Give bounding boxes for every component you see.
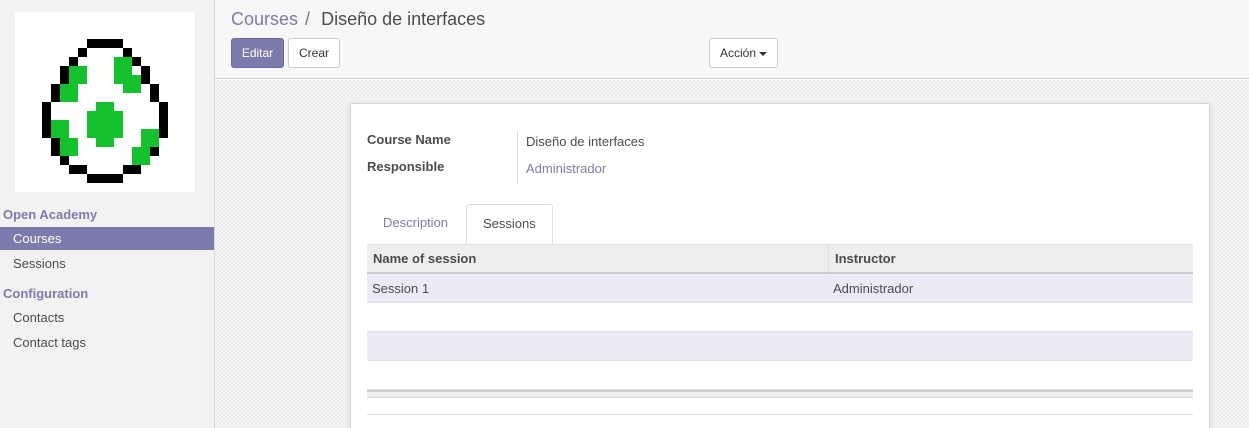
egg-logo-icon bbox=[42, 39, 168, 183]
course-name-value: Diseño de interfaces bbox=[526, 134, 645, 149]
responsible-link[interactable]: Administrador bbox=[526, 161, 606, 176]
table-header: Name of session Instructor bbox=[367, 244, 1193, 274]
responsible-label: Responsible bbox=[367, 159, 445, 174]
edit-button[interactable]: Editar bbox=[231, 38, 284, 68]
field-divider bbox=[517, 131, 518, 185]
breadcrumb-separator: / bbox=[305, 9, 311, 29]
course-name-label: Course Name bbox=[367, 132, 451, 147]
breadcrumb-courses-link[interactable]: Courses bbox=[231, 9, 298, 29]
menu-item-sessions[interactable]: Sessions bbox=[0, 252, 214, 275]
notebook-tabs: Description Sessions bbox=[367, 204, 1193, 245]
create-button[interactable]: Crear bbox=[288, 38, 340, 68]
menu-section-configuration: Configuration bbox=[3, 286, 89, 301]
action-dropdown-button[interactable]: Acción bbox=[709, 38, 778, 68]
menu-item-contact-tags[interactable]: Contact tags bbox=[0, 331, 214, 354]
column-header-instructor[interactable]: Instructor bbox=[828, 245, 1193, 273]
action-dropdown-label: Acción bbox=[719, 46, 757, 60]
tab-description[interactable]: Description bbox=[367, 204, 464, 244]
company-logo[interactable] bbox=[15, 12, 195, 192]
tab-sessions[interactable]: Sessions bbox=[466, 204, 553, 245]
empty-table-row bbox=[367, 361, 1193, 390]
column-header-name-of-session[interactable]: Name of session bbox=[367, 245, 828, 273]
form-sheet: Course Name Diseño de interfaces Respons… bbox=[350, 103, 1210, 428]
session-name-cell: Session 1 bbox=[372, 281, 430, 296]
control-panel: Courses / Diseño de interfaces Editar Cr… bbox=[215, 0, 1249, 79]
empty-table-row bbox=[367, 332, 1193, 361]
form-view-area: Course Name Diseño de interfaces Respons… bbox=[215, 80, 1249, 428]
table-row[interactable]: Session 1 Administrador bbox=[367, 274, 1193, 303]
menu-item-courses[interactable]: Courses bbox=[0, 227, 214, 250]
breadcrumb-current: Diseño de interfaces bbox=[321, 9, 486, 29]
instructor-cell: Administrador bbox=[833, 281, 914, 296]
breadcrumb: Courses / Diseño de interfaces bbox=[231, 9, 485, 30]
empty-table-row bbox=[367, 303, 1193, 332]
table-footer bbox=[367, 390, 1193, 398]
sidebar: Open Academy Courses Sessions Configurat… bbox=[0, 0, 215, 428]
divider bbox=[367, 414, 1193, 415]
menu-item-contacts[interactable]: Contacts bbox=[0, 306, 214, 329]
menu-section-open-academy: Open Academy bbox=[3, 207, 98, 222]
caret-down-icon bbox=[759, 51, 768, 56]
